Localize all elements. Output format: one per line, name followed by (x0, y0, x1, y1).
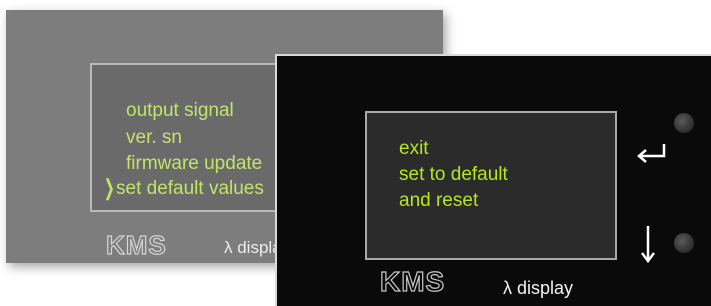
selection-chevron-icon: ❯ (103, 175, 115, 200)
bottom-button-led[interactable] (674, 233, 694, 253)
menu-item-firmware-update[interactable]: firmware update (126, 154, 262, 173)
front-display-screen: exit set to default and reset (365, 111, 617, 260)
front-display-device: exit set to default and reset KMS λ disp… (275, 54, 711, 306)
menu-line-set-to-default[interactable]: set to default (399, 165, 508, 184)
menu-line-and-reset: and reset (399, 190, 479, 211)
top-button-led[interactable] (674, 113, 694, 133)
front-model-label: λ display (503, 278, 574, 298)
back-brand-logo: KMS (105, 229, 167, 260)
enter-arrow-icon[interactable] (634, 142, 668, 166)
down-arrow-icon[interactable] (638, 224, 658, 264)
menu-item-output-signal[interactable]: output signal (126, 101, 234, 120)
menu-line-exit[interactable]: exit (399, 139, 429, 158)
front-brand-logo: KMS (379, 265, 446, 297)
menu-item-set-default-values[interactable]: set default values (116, 179, 264, 198)
menu-item-ver-sn[interactable]: ver. sn (126, 128, 182, 147)
